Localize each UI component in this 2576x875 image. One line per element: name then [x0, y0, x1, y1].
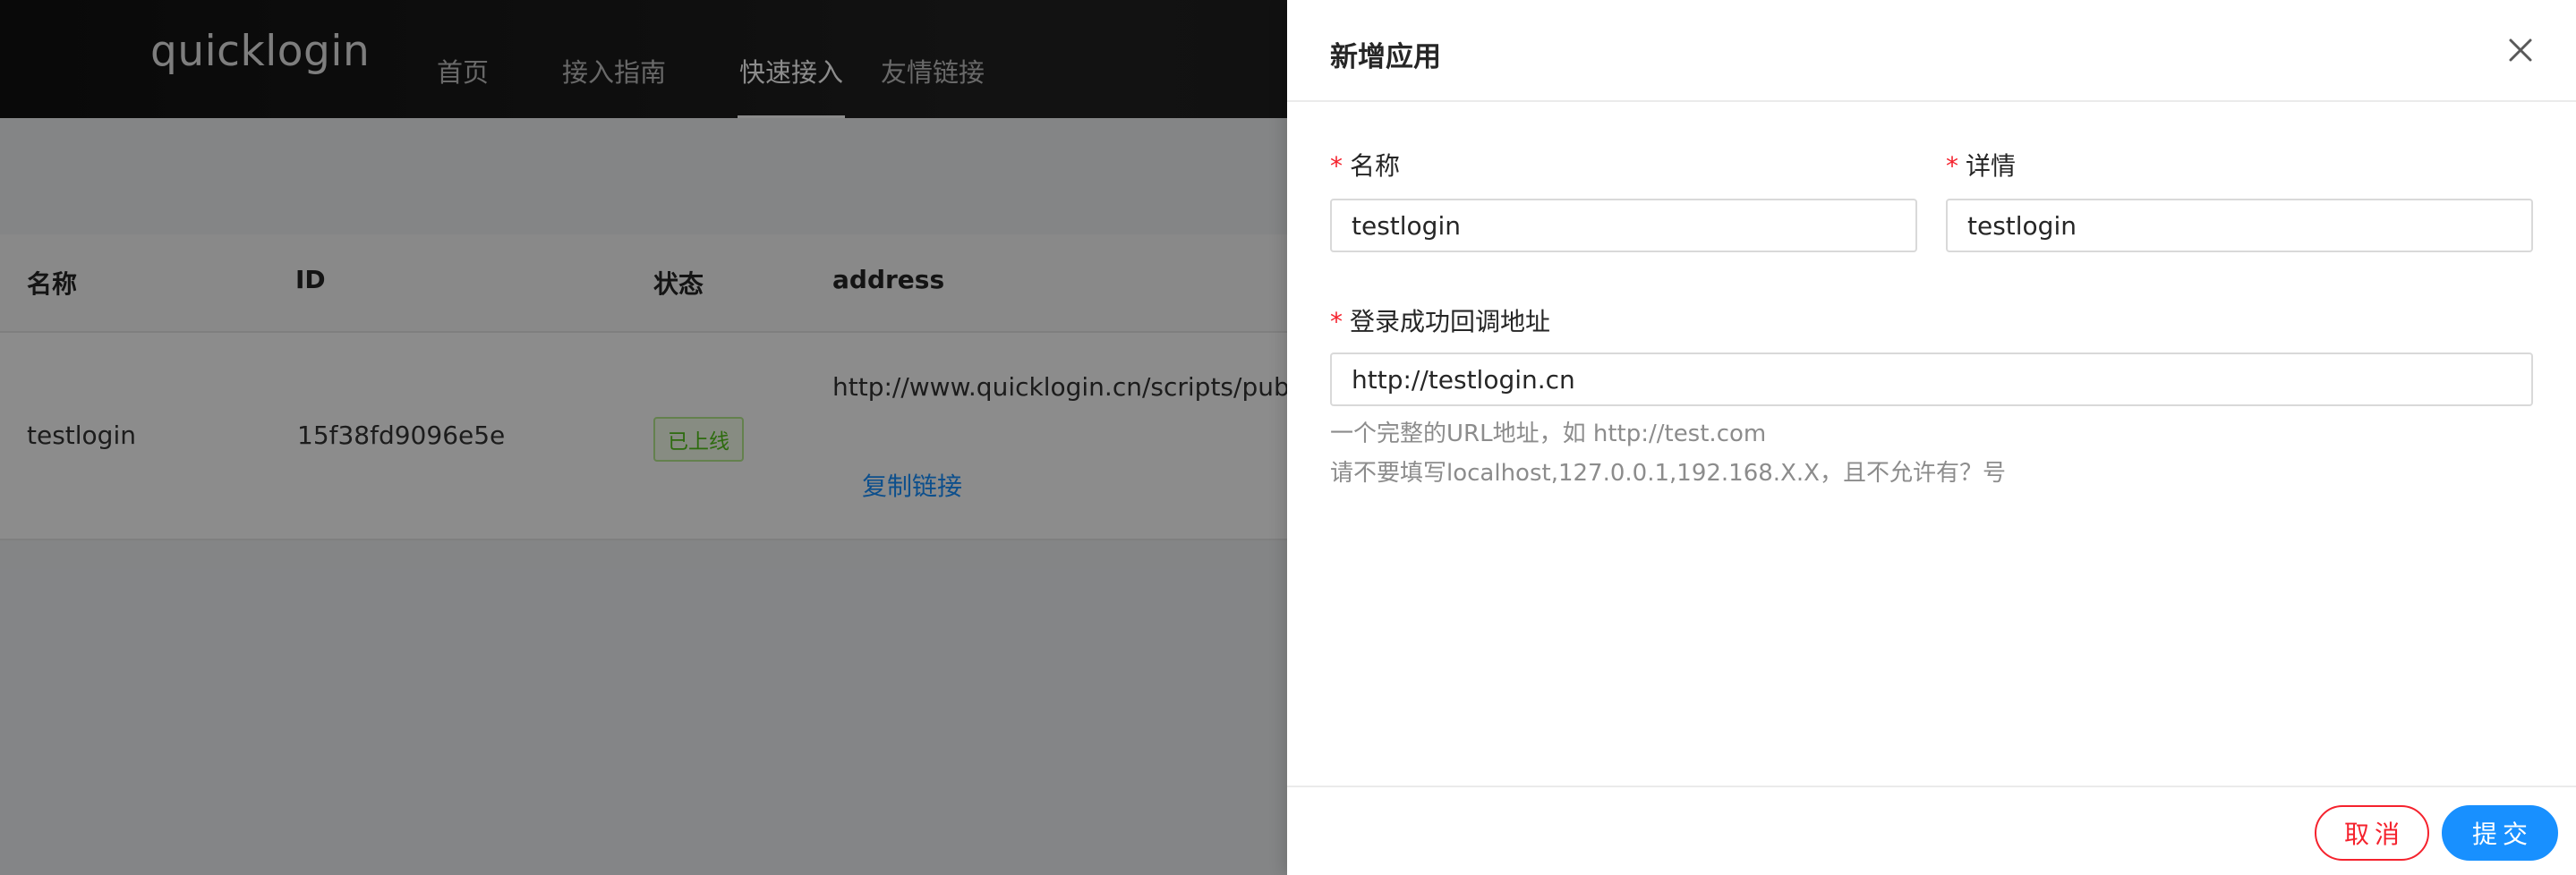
- callback-help-line-2: 请不要填写localhost,127.0.0.1,192.168.X.X，且不允…: [1330, 460, 2006, 487]
- required-mark: *: [1946, 151, 1958, 181]
- callback-url-input[interactable]: [1330, 353, 2533, 406]
- drawer-title: 新增应用: [1330, 41, 1441, 73]
- drawer-footer: 取消 提交: [1287, 786, 2576, 875]
- name-input[interactable]: [1330, 199, 1917, 252]
- close-button[interactable]: [2504, 34, 2537, 66]
- add-app-drawer: 新增应用 *名称 *详情 *登录成功回调地址 一个完整的URL地址，如 http…: [1287, 0, 2576, 875]
- detail-input[interactable]: [1946, 199, 2533, 252]
- submit-button[interactable]: 提交: [2442, 805, 2558, 861]
- name-label: * 名称: [1330, 151, 1401, 181]
- drawer-header: 新增应用: [1287, 0, 2576, 102]
- close-icon: [2509, 38, 2532, 62]
- required-mark: *: [1330, 151, 1343, 181]
- callback-url-label: * 登录成功回调地址: [1330, 307, 1551, 336]
- detail-label: * 详情: [1946, 151, 2017, 181]
- required-mark: *: [1330, 307, 1343, 336]
- cancel-button[interactable]: 取消: [2315, 805, 2429, 861]
- callback-help-line-1: 一个完整的URL地址，如 http://test.com: [1330, 421, 1767, 447]
